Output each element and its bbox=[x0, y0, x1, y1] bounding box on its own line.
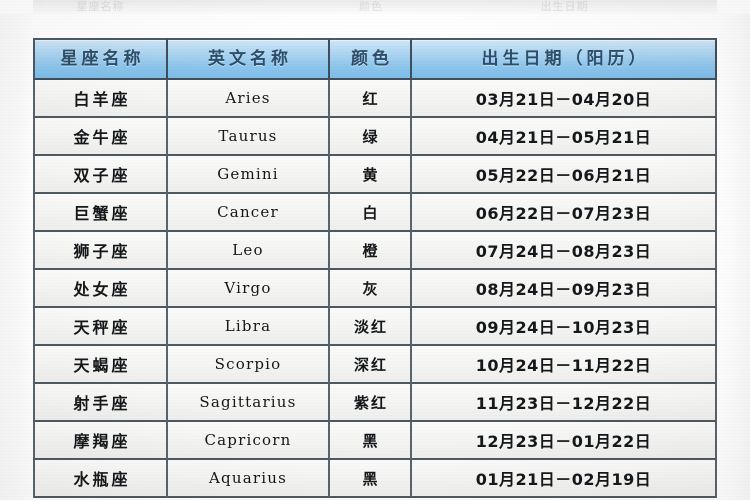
clipped-top-row: 星座名称 颜色 出生日期 bbox=[33, 0, 717, 14]
zodiac-reference-table: 星座名称 英文名称 颜色 出生日期（阳历） 白羊座 Aries 红 03月21日－04… bbox=[33, 38, 717, 498]
column-header-color: 颜色 bbox=[330, 38, 412, 80]
column-header-label: 出生日期（阳历） bbox=[481, 49, 650, 68]
column-header-birth-date: 出生日期（阳历） bbox=[412, 38, 717, 80]
cell-zodiac-name: 天蝎座 bbox=[33, 346, 168, 384]
cell-color: 绿 bbox=[330, 118, 412, 156]
table-row: 巨蟹座 Cancer 白 06月22日－07月23日 bbox=[33, 194, 717, 232]
cell-color: 黑 bbox=[330, 422, 412, 460]
cell-birth-date: 03月21日－04月20日 bbox=[412, 80, 717, 118]
cell-zodiac-name: 处女座 bbox=[33, 270, 168, 308]
cell-zodiac-name: 摩羯座 bbox=[33, 422, 168, 460]
cell-english-name: Aquarius bbox=[168, 460, 330, 498]
table-row: 水瓶座 Aquarius 黑 01月21日－02月19日 bbox=[33, 460, 717, 498]
column-header-label: 颜色 bbox=[351, 49, 393, 68]
table-row: 摩羯座 Capricorn 黑 12月23日－01月22日 bbox=[33, 422, 717, 460]
cell-color: 白 bbox=[330, 194, 412, 232]
cell-birth-date: 07月24日－08月23日 bbox=[412, 232, 717, 270]
clipped-row-color: 颜色 bbox=[359, 1, 383, 13]
cell-english-name: Gemini bbox=[168, 156, 330, 194]
cell-birth-date: 05月22日－06月21日 bbox=[412, 156, 717, 194]
cell-birth-date: 06月22日－07月23日 bbox=[412, 194, 717, 232]
cell-zodiac-name: 双子座 bbox=[33, 156, 168, 194]
cell-birth-date: 08月24日－09月23日 bbox=[412, 270, 717, 308]
table-row: 金牛座 Taurus 绿 04月21日－05月21日 bbox=[33, 118, 717, 156]
cell-color: 橙 bbox=[330, 232, 412, 270]
table-row: 射手座 Sagittarius 紫红 11月23日－12月22日 bbox=[33, 384, 717, 422]
table-body: 白羊座 Aries 红 03月21日－04月20日 金牛座 Taurus 绿 04月21日－0… bbox=[33, 80, 717, 498]
column-header-label: 英文名称 bbox=[208, 49, 292, 68]
table-row: 双子座 Gemini 黄 05月22日－06月21日 bbox=[33, 156, 717, 194]
cell-color: 深红 bbox=[330, 346, 412, 384]
clipped-row-date: 出生日期 bbox=[540, 1, 589, 13]
cell-english-name: Scorpio bbox=[168, 346, 330, 384]
table-header: 星座名称 英文名称 颜色 出生日期（阳历） bbox=[33, 38, 717, 80]
cell-english-name: Aries bbox=[168, 80, 330, 118]
table-header-row: 星座名称 英文名称 颜色 出生日期（阳历） bbox=[33, 38, 717, 80]
page-background: 星座名称 颜色 出生日期 星座名称 英文名称 颜色 出生日期（阳历） 白羊座 A… bbox=[0, 0, 750, 500]
table-row: 处女座 Virgo 灰 08月24日－09月23日 bbox=[33, 270, 717, 308]
column-header-english-name: 英文名称 bbox=[168, 38, 330, 80]
cell-birth-date: 12月23日－01月22日 bbox=[412, 422, 717, 460]
cell-birth-date: 11月23日－12月22日 bbox=[412, 384, 717, 422]
cell-zodiac-name: 巨蟹座 bbox=[33, 194, 168, 232]
table-row: 狮子座 Leo 橙 07月24日－08月23日 bbox=[33, 232, 717, 270]
cell-zodiac-name: 射手座 bbox=[33, 384, 168, 422]
cell-color: 黄 bbox=[330, 156, 412, 194]
cell-birth-date: 09月24日－10月23日 bbox=[412, 308, 717, 346]
table-row: 天蝎座 Scorpio 深红 10月24日－11月22日 bbox=[33, 346, 717, 384]
cell-english-name: Cancer bbox=[168, 194, 330, 232]
cell-english-name: Taurus bbox=[168, 118, 330, 156]
cell-zodiac-name: 狮子座 bbox=[33, 232, 168, 270]
table-row: 白羊座 Aries 红 03月21日－04月20日 bbox=[33, 80, 717, 118]
cell-english-name: Virgo bbox=[168, 270, 330, 308]
table-row: 天秤座 Libra 淡红 09月24日－10月23日 bbox=[33, 308, 717, 346]
column-header-label: 星座名称 bbox=[60, 49, 145, 68]
cell-zodiac-name: 天秤座 bbox=[33, 308, 168, 346]
cell-birth-date: 01月21日－02月19日 bbox=[412, 460, 717, 498]
cell-zodiac-name: 白羊座 bbox=[33, 80, 168, 118]
cell-zodiac-name: 金牛座 bbox=[33, 118, 168, 156]
cell-birth-date: 10月24日－11月22日 bbox=[412, 346, 717, 384]
cell-english-name: Capricorn bbox=[168, 422, 330, 460]
cell-english-name: Sagittarius bbox=[168, 384, 330, 422]
cell-color: 黑 bbox=[330, 460, 412, 498]
cell-english-name: Leo bbox=[168, 232, 330, 270]
cell-color: 淡红 bbox=[330, 308, 412, 346]
cell-color: 灰 bbox=[330, 270, 412, 308]
cell-english-name: Libra bbox=[168, 308, 330, 346]
cell-birth-date: 04月21日－05月21日 bbox=[412, 118, 717, 156]
column-header-zodiac-name: 星座名称 bbox=[33, 38, 168, 80]
cell-color: 红 bbox=[330, 80, 412, 118]
cell-color: 紫红 bbox=[330, 384, 412, 422]
cell-zodiac-name: 水瓶座 bbox=[33, 460, 168, 498]
clipped-row-name: 星座名称 bbox=[76, 1, 125, 13]
